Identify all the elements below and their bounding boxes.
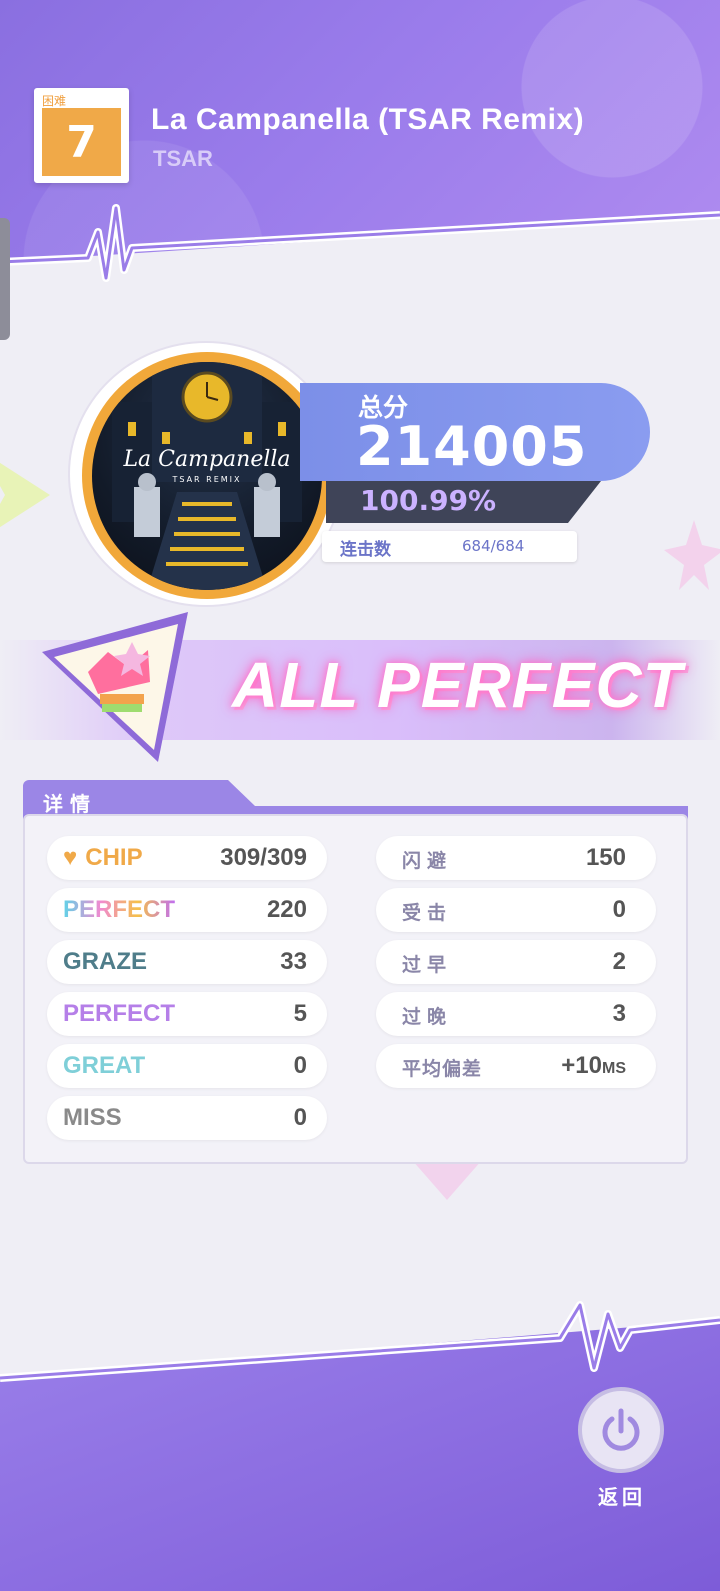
stat-row-perfect-plus: PERFECT 220	[47, 888, 327, 932]
stat-name: GREAT	[63, 1052, 146, 1079]
stat-name: 过晚	[402, 1006, 453, 1028]
stat-row-great: GREAT 0	[47, 1044, 327, 1088]
decor-star-icon	[0, 462, 50, 528]
stat-value: 0	[293, 1104, 307, 1131]
album-art-title: La Campanella	[122, 447, 290, 472]
stat-row-hit: 受击 0	[376, 888, 656, 932]
accuracy-value: 100.99%	[360, 484, 497, 517]
stat-value: 5	[293, 1000, 307, 1027]
stat-row-perfect: PERFECT 5	[47, 992, 327, 1036]
stat-name: 平均偏差	[402, 1058, 483, 1080]
stat-name: MISS	[63, 1104, 122, 1131]
stat-name: 过早	[402, 954, 453, 976]
difficulty-level-box: 7	[42, 108, 121, 176]
stat-row-graze: GRAZE 33	[47, 940, 327, 984]
stat-name: 闪避	[402, 850, 453, 872]
stat-name: 受击	[402, 902, 453, 924]
rank-text: ALL PERFECT	[232, 649, 683, 721]
back-button[interactable]	[578, 1387, 664, 1473]
stat-value: 2	[612, 948, 626, 975]
difficulty-badge: 困难 7	[34, 88, 129, 183]
back-label[interactable]: 返回	[598, 1481, 646, 1510]
stat-row-dodge: 闪避 150	[376, 836, 656, 880]
stat-row-avg-offset: 平均偏差 +10MS	[376, 1044, 656, 1088]
stat-value: 309/309	[220, 844, 307, 871]
side-drawer-handle[interactable]	[0, 218, 10, 340]
stat-name: PERFECT	[63, 1000, 176, 1027]
album-art-image: La Campanella TSAR REMIX	[112, 362, 302, 590]
details-title: 详 情	[43, 792, 90, 816]
rank-emblem-icon	[42, 612, 188, 762]
difficulty-label: 困难	[42, 94, 67, 108]
stat-name: GRAZE	[63, 948, 147, 975]
score-value: 214005	[356, 415, 588, 478]
song-artist: TSAR	[153, 146, 213, 171]
heart-icon: ♥	[63, 844, 78, 871]
power-icon	[602, 1408, 640, 1451]
stat-name: ♥ CHIP	[63, 844, 143, 871]
stat-value: +10MS	[561, 1052, 626, 1079]
stat-value: 0	[293, 1052, 307, 1079]
combo-value: 684/684	[462, 537, 525, 555]
difficulty-level: 7	[66, 116, 97, 168]
stat-value: 150	[585, 844, 626, 871]
song-title: La Campanella (TSAR Remix)	[151, 103, 585, 136]
stat-row-late: 过晚 3	[376, 992, 656, 1036]
combo-label: 连击数	[340, 540, 391, 560]
stat-row-miss: MISS 0	[47, 1096, 327, 1140]
stat-value: 33	[280, 948, 307, 975]
stat-value: 220	[266, 896, 307, 923]
stat-value: 0	[612, 896, 626, 923]
album-cover: La Campanella TSAR REMIX	[92, 362, 322, 590]
stat-row-early: 过早 2	[376, 940, 656, 984]
album-art-subtitle: TSAR REMIX	[171, 475, 241, 484]
stat-name: PERFECT	[63, 896, 176, 923]
decor-star-icon	[664, 520, 720, 590]
stat-row-chip: ♥ CHIP 309/309	[47, 836, 327, 880]
stat-value: 3	[612, 1000, 626, 1027]
